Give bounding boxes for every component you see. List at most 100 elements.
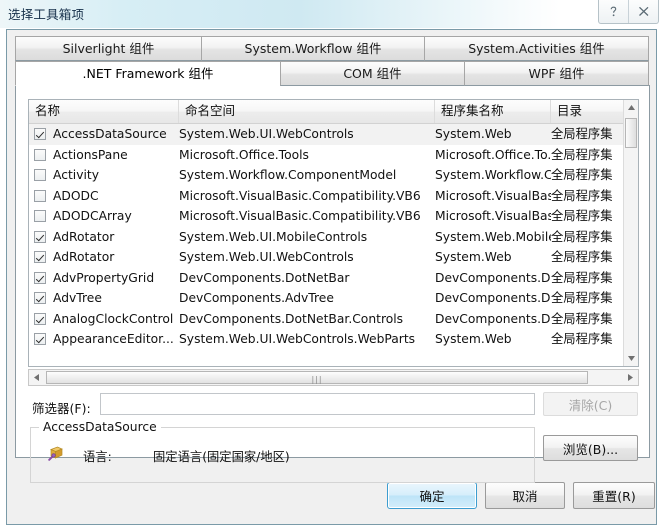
cell-name: ADODC <box>53 188 99 203</box>
grid-horizontal-scrollbar[interactable]: ||| <box>28 369 639 386</box>
cell-namespace: DevComponents.DotNetBar <box>179 270 350 285</box>
cell-namespace: DevComponents.DotNetBar.Controls <box>179 311 404 326</box>
select-toolbox-items-dialog: 选择工具箱项 Silverlight 组件 System.Workflow 组件 <box>0 0 663 531</box>
cell-directory: 全局程序集 <box>551 291 613 305</box>
cell-namespace: DevComponents.AdvTree <box>179 291 334 305</box>
tab-silverlight[interactable]: Silverlight 组件 <box>15 36 202 61</box>
cell-directory: 全局程序集 <box>551 188 613 203</box>
browse-button[interactable]: 浏览(B)... <box>543 435 638 461</box>
details-language-value: 固定语言(固定国家/地区) <box>153 450 290 464</box>
cell-name: ADODCArray <box>53 209 132 223</box>
tab-wpf[interactable]: WPF 组件 <box>464 61 649 86</box>
cell-assembly: System.Web <box>435 250 512 264</box>
scroll-thumb-grip: ||| <box>311 375 323 384</box>
tab-net-framework[interactable]: .NET Framework 组件 <box>15 61 281 86</box>
details-language-label: 语言: <box>83 450 112 464</box>
cell-namespace: System.Web.UI.WebControls <box>179 127 354 141</box>
tab-row-upper: Silverlight 组件 System.Workflow 组件 System… <box>15 36 650 61</box>
cell-assembly: System.Web <box>435 332 512 346</box>
cell-namespace: System.Workflow.ComponentModel <box>179 168 397 182</box>
ok-button[interactable]: 确定 <box>387 482 477 509</box>
column-header-name[interactable]: 名称 <box>29 100 179 123</box>
cell-assembly: DevComponents.Do... <box>435 311 551 326</box>
table-row[interactable]: AdvPropertyGrid DevComponents.DotNetBar De… <box>29 268 638 289</box>
cell-namespace: Microsoft.VisualBasic.Compatibility.VB6 <box>179 209 421 223</box>
components-grid: 名称 命名空间 程序集名称 目录 AccessDataSource System.… <box>28 99 639 367</box>
cell-name: AnalogClockControl <box>53 311 174 326</box>
cell-directory: 全局程序集 <box>551 332 613 346</box>
table-row[interactable]: ActionsPane Microsoft.Office.Tools Microso… <box>29 145 638 166</box>
component-icon <box>47 445 65 463</box>
table-row[interactable]: AdRotator System.Web.UI.MobileControls Sys… <box>29 227 638 248</box>
filter-label: 筛选器(F): <box>32 401 91 416</box>
cell-namespace: Microsoft.Office.Tools <box>179 147 309 162</box>
help-icon[interactable] <box>599 0 628 23</box>
tab-page-net-framework: 名称 命名空间 程序集名称 目录 AccessDataSource System.… <box>15 85 650 483</box>
cell-directory: 全局程序集 <box>551 168 613 182</box>
title-bar-buttons <box>598 0 659 24</box>
scroll-up-icon[interactable] <box>624 100 638 115</box>
cell-name: AccessDataSource <box>53 127 167 141</box>
clear-filter-button[interactable]: 清除(C) <box>543 392 638 416</box>
tab-system-workflow[interactable]: System.Workflow 组件 <box>201 36 425 61</box>
table-row[interactable]: AccessDataSource System.Web.UI.WebControl… <box>29 124 638 145</box>
table-row[interactable]: ADODC Microsoft.VisualBasic.Compatibility… <box>29 186 638 207</box>
cell-directory: 全局程序集 <box>551 147 613 162</box>
cell-namespace: System.Web.UI.WebControls.WebParts <box>179 332 416 346</box>
table-row[interactable]: AdvTree DevComponents.AdvTree DevComponent… <box>29 288 638 309</box>
dialog-frame: Silverlight 组件 System.Workflow 组件 System… <box>6 29 657 525</box>
cell-name: AppearanceEditor... <box>53 332 174 346</box>
cell-assembly: System.Web.Mobile <box>435 229 551 244</box>
tab-row-lower: .NET Framework 组件 COM 组件 WPF 组件 <box>15 61 650 86</box>
scroll-right-icon[interactable] <box>623 370 638 385</box>
cell-assembly: DevComponents.Do... <box>435 291 551 305</box>
cell-directory: 全局程序集 <box>551 229 613 244</box>
close-icon[interactable] <box>628 0 658 23</box>
title-bar: 选择工具箱项 <box>0 0 663 28</box>
cell-assembly: DevComponents.Do... <box>435 270 551 285</box>
tab-com[interactable]: COM 组件 <box>280 61 465 86</box>
window-title: 选择工具箱项 <box>8 7 85 22</box>
cell-name: AdRotator <box>53 250 115 264</box>
grid-body: AccessDataSource System.Web.UI.WebControl… <box>29 124 638 349</box>
cell-assembly: System.Workflow.C... <box>435 168 551 182</box>
column-header-assembly[interactable]: 程序集名称 <box>435 100 551 123</box>
selected-component-details: AccessDataSource 语言: 固定语言(固定国家/地区) <box>30 420 535 483</box>
cell-directory: 全局程序集 <box>551 311 613 326</box>
cell-name: Activity <box>53 168 99 182</box>
cell-name: AdRotator <box>53 229 115 244</box>
cell-assembly: System.Web <box>435 127 512 141</box>
cell-directory: 全局程序集 <box>551 250 613 264</box>
cell-name: AdvTree <box>53 291 102 305</box>
details-group-title: AccessDataSource <box>39 420 161 434</box>
table-row[interactable]: AnalogClockControl DevComponents.DotNetBa… <box>29 309 638 330</box>
grid-header-row: 名称 命名空间 程序集名称 目录 <box>29 100 638 124</box>
horizontal-scroll-thumb[interactable]: ||| <box>46 371 588 384</box>
column-header-directory[interactable]: 目录 <box>551 100 625 123</box>
scroll-left-icon[interactable] <box>29 370 44 385</box>
table-row[interactable]: Activity System.Workflow.ComponentModel Sy… <box>29 165 638 186</box>
table-row[interactable]: AppearanceEditor... System.Web.UI.WebCont… <box>29 329 638 349</box>
tab-system-activities[interactable]: System.Activities 组件 <box>424 36 649 61</box>
reset-button[interactable]: 重置(R) <box>573 482 655 509</box>
cell-name: AdvPropertyGrid <box>53 270 155 285</box>
cell-directory: 全局程序集 <box>551 209 613 223</box>
table-row[interactable]: ADODCArray Microsoft.VisualBasic.Compatib… <box>29 206 638 227</box>
filter-input[interactable] <box>100 393 535 415</box>
column-header-namespace[interactable]: 命名空间 <box>179 100 435 123</box>
cell-directory: 全局程序集 <box>551 127 613 141</box>
cell-assembly: Microsoft.VisualBas... <box>435 209 551 223</box>
cell-assembly: Microsoft.Office.To... <box>435 147 551 162</box>
table-row[interactable]: AdRotator System.Web.UI.WebControls System… <box>29 247 638 268</box>
cancel-button[interactable]: 取消 <box>485 482 565 509</box>
cell-name: ActionsPane <box>53 147 128 162</box>
cell-namespace: System.Web.UI.WebControls <box>179 250 354 264</box>
cell-namespace: System.Web.UI.MobileControls <box>179 229 368 244</box>
vertical-scroll-thumb[interactable] <box>625 118 637 148</box>
grid-vertical-scrollbar[interactable] <box>623 100 638 366</box>
cell-directory: 全局程序集 <box>551 270 613 285</box>
cell-namespace: Microsoft.VisualBasic.Compatibility.VB6 <box>179 188 421 203</box>
tab-control: Silverlight 组件 System.Workflow 组件 System… <box>15 36 650 483</box>
scroll-down-icon[interactable] <box>624 351 638 366</box>
cell-assembly: Microsoft.VisualBas... <box>435 188 551 203</box>
